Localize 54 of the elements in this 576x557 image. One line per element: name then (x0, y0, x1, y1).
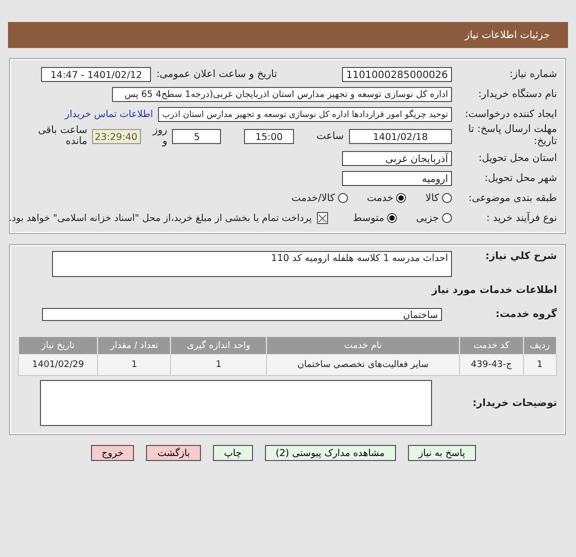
field-label: نوع فرآیند خرید : (485, 212, 557, 224)
table-cell: 1 (170, 354, 266, 376)
table-cell: 1401/02/29 (18, 354, 98, 376)
category-radio[interactable]: کالا (425, 192, 452, 204)
contact-info-link[interactable]: اطلاعات تماس خریدار (65, 108, 154, 120)
process-radio[interactable]: جزیی (416, 212, 452, 224)
field-label: استان محل تحویل: (478, 152, 557, 164)
creator-field: توحید چریگو امور قراردادها اداره کل نوسازی توسعه و تجهیز مدارس استان اذرب (158, 106, 452, 122)
field-label: مهلت ارسال پاسخ: تا تاریخ: (467, 124, 557, 148)
payment-note: پرداخت تمام یا بخشی از مبلغ خرید،از محل "اسناد خزانه اسلامی" خواهد بود. (8, 212, 312, 224)
payment-checkbox[interactable] (316, 212, 328, 224)
need-number-field: 1101000285000026 (342, 66, 452, 82)
deadline-date-field: 1401/02/18 (348, 128, 452, 144)
column-header: تاریخ نیاز (18, 336, 98, 354)
summary-field: احداث مدرسه 1 کلاسه هلفله ارومیه کد 110 (52, 251, 452, 277)
field-label: تاریخ و ساعت اعلان عمومی: (156, 68, 277, 80)
action-button[interactable]: چاپ (212, 445, 253, 461)
field-label: روز و (152, 125, 168, 147)
field-label: گروه خدمت: (494, 308, 557, 320)
column-header: واحد اندازه گیری (170, 336, 266, 354)
table-cell: ج-43-439 (460, 354, 524, 376)
action-button[interactable]: پاسخ به نیاز (408, 445, 476, 461)
service-group-field: ساختمان (42, 308, 442, 320)
column-header: کد خدمت (460, 336, 524, 354)
section-heading: اطلاعات خدمات مورد نیاز (432, 285, 557, 296)
action-button[interactable]: بازگشت (146, 445, 201, 461)
column-header: ردیف (523, 336, 556, 354)
process-radio[interactable]: متوسط (352, 212, 398, 224)
deadline-time-field: 15:00 (244, 128, 294, 144)
action-button[interactable]: خروج (90, 445, 134, 461)
field-label: شهر محل تحویل: (484, 172, 557, 184)
field-label: ساعت (316, 130, 344, 142)
announce-date-field: 1401/02/12 - 14:47 (41, 66, 152, 82)
field-label: شرح کلي نياز: (484, 251, 557, 262)
field-label: نام دستگاه خریدار: (477, 88, 557, 100)
category-radio[interactable]: خدمت (366, 192, 406, 204)
buyer-field: اداره کل نوسازی توسعه و تجهیز مدارس استان اذربایجان غربی(درجه1 سطح4 65 پس (112, 86, 452, 102)
column-header: نام خدمت (266, 336, 460, 354)
table-cell: 1 (523, 354, 556, 376)
field-label: طبقه بندی موضوعی: (468, 192, 557, 204)
city-field: ارومیه (342, 170, 452, 186)
category-radio[interactable]: کالا/خدمت (291, 192, 348, 204)
table-cell: سایر فعالیت‌های تخصصی ساختمان (266, 354, 460, 376)
action-button[interactable]: مشاهده مدارک پیوستی (2) (264, 445, 396, 461)
page-title: جزئیات اطلاعات نیاز (464, 30, 550, 40)
days-field: 5 (172, 128, 222, 144)
province-field: آذربایجان غربی (342, 150, 452, 166)
column-header: تعداد / مقدار (98, 336, 171, 354)
field-label: توضیحات خریدار: (472, 398, 557, 408)
table-cell: 1 (98, 354, 171, 376)
field-label: ایجاد کننده درخواست: (464, 108, 557, 120)
remaining-time-field: 23:29:40 (92, 128, 142, 144)
field-label: شماره نیاز: (508, 68, 557, 80)
field-label: ساعت باقی مانده (36, 125, 88, 147)
